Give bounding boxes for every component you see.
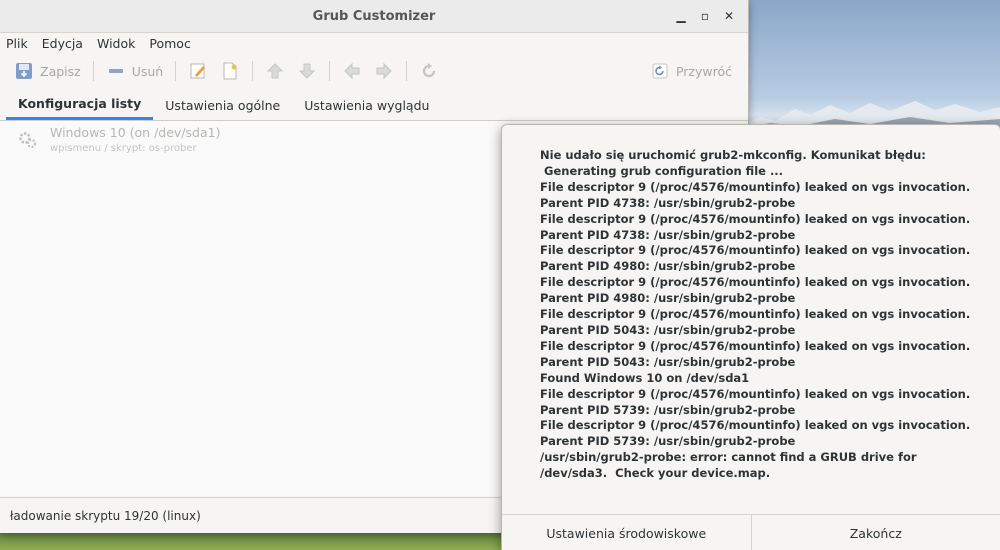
message-line: File descriptor 9 (/proc/4576/mountinfo)… — [540, 338, 975, 369]
remove-label: Usuń — [131, 63, 164, 79]
move-left-button[interactable] — [336, 57, 368, 85]
remove-button[interactable]: Usuń — [100, 57, 170, 85]
tab-general-settings[interactable]: Ustawienia ogólne — [153, 90, 292, 120]
new-entry-button[interactable] — [214, 57, 246, 85]
titlebar[interactable]: Grub Customizer ▁ ▫ ✕ — [0, 0, 748, 33]
message-line: Nie udało się uruchomić grub2-mkconfig. … — [540, 148, 926, 162]
message-line: Found Windows 10 on /dev/sda1 — [540, 370, 750, 385]
toolbar-separator — [329, 61, 331, 81]
menu-plik[interactable]: Plik — [6, 36, 28, 51]
window-title: Grub Customizer — [312, 8, 436, 24]
new-document-icon — [220, 61, 240, 81]
move-down-button[interactable] — [291, 57, 323, 85]
entry-subtitle: wpismenu / skrypt: os-prober — [50, 143, 197, 154]
message-line: File descriptor 9 (/proc/4576/mountinfo)… — [540, 275, 975, 306]
toolbar-separator — [175, 61, 177, 81]
message-line: File descriptor 9 (/proc/4576/mountinfo)… — [540, 243, 975, 274]
restore-label: Przywróć — [675, 63, 732, 79]
menu-pomoc[interactable]: Pomoc — [149, 36, 190, 51]
refresh-button[interactable] — [413, 57, 445, 85]
save-label: Zapisz — [40, 63, 81, 79]
maximize-icon[interactable]: ▫ — [694, 5, 716, 27]
arrow-down-icon — [297, 61, 317, 81]
arrow-left-icon — [342, 61, 362, 81]
restore-button[interactable]: Przywróć — [644, 57, 738, 85]
revert-icon — [650, 61, 670, 81]
entry-title: Windows 10 (on /dev/sda1) — [50, 125, 221, 140]
message-line: File descriptor 9 (/proc/4576/mountinfo)… — [540, 179, 975, 210]
menubar: Plik Edycja Widok Pomoc — [0, 32, 748, 54]
quit-button[interactable]: Zakończ — [750, 515, 1000, 550]
arrow-up-icon — [265, 61, 285, 81]
save-button[interactable]: Zapisz — [8, 57, 87, 85]
message-line: File descriptor 9 (/proc/4576/mountinfo)… — [540, 211, 975, 242]
message-line: File descriptor 9 (/proc/4576/mountinfo)… — [540, 307, 975, 337]
message-line: Generating grub configuration file ... — [540, 163, 784, 178]
toolbar: Zapisz Usuń Przywróć — [0, 54, 748, 88]
arrow-right-icon — [374, 61, 394, 81]
toolbar-separator — [92, 61, 94, 81]
dialog-button-row: Ustawienia środowiskowe Zakończ — [502, 514, 1000, 550]
move-right-button[interactable] — [368, 57, 400, 85]
remove-icon — [106, 61, 126, 81]
menu-widok[interactable]: Widok — [97, 36, 135, 51]
toolbar-separator — [406, 61, 408, 81]
entry-text: Windows 10 (on /dev/sda1) wpismenu / skr… — [50, 125, 220, 154]
edit-icon — [188, 61, 208, 81]
error-dialog: Nie udało się uruchomić grub2-mkconfig. … — [501, 124, 1000, 550]
window-controls: ▁ ▫ ✕ — [670, 0, 740, 32]
toolbar-separator — [252, 61, 254, 81]
message-line: File descriptor 9 (/proc/4576/mountinfo)… — [540, 386, 975, 417]
refresh-icon — [419, 61, 439, 81]
message-line: File descriptor 9 (/proc/4576/mountinfo)… — [540, 418, 975, 449]
script-gears-icon — [18, 130, 40, 152]
status-text: ładowanie skryptu 19/20 (linux) — [10, 508, 201, 523]
environment-settings-button[interactable]: Ustawienia środowiskowe — [502, 515, 751, 550]
move-up-button[interactable] — [259, 57, 291, 85]
tab-bar: Konfiguracja listy Ustawienia ogólne Ust… — [0, 88, 748, 121]
error-message: Nie udało się uruchomić grub2-mkconfig. … — [540, 148, 976, 482]
message-line: /usr/sbin/grub2-probe: error: cannot fin… — [540, 450, 921, 481]
close-icon[interactable]: ✕ — [718, 5, 740, 27]
minimize-icon[interactable]: ▁ — [670, 5, 692, 27]
list-item[interactable]: Windows 10 (on /dev/sda1) wpismenu / skr… — [18, 125, 220, 154]
tab-appearance-settings[interactable]: Ustawienia wyglądu — [292, 90, 441, 120]
save-icon — [14, 61, 34, 81]
tab-list-configuration[interactable]: Konfiguracja listy — [6, 90, 154, 120]
edit-button[interactable] — [182, 57, 214, 85]
menu-edycja[interactable]: Edycja — [42, 36, 83, 51]
